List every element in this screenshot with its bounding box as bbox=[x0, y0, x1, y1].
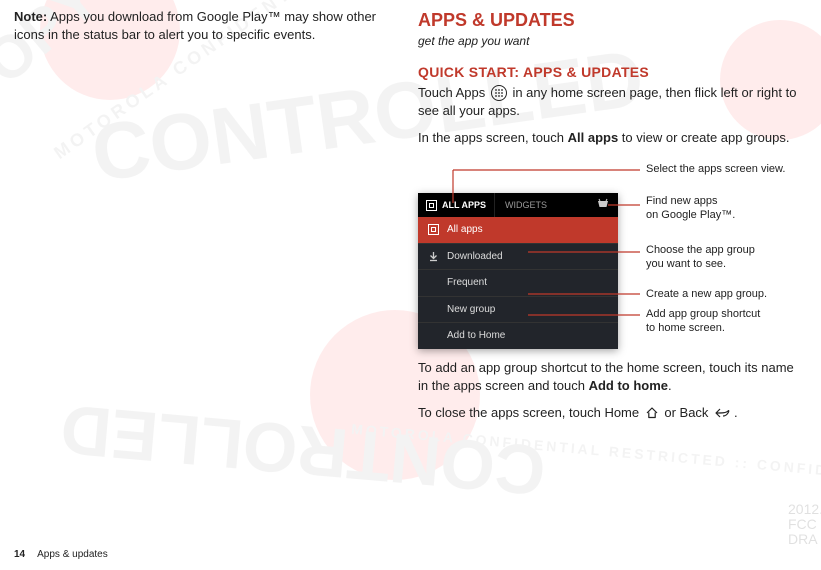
callout-select-view: Select the apps screen view. bbox=[646, 163, 785, 177]
section-subtitle: get the app you want bbox=[418, 33, 798, 49]
apps-tab-icon bbox=[426, 200, 437, 211]
footer-section: Apps & updates bbox=[37, 549, 108, 560]
menu-item-new-group[interactable]: New group bbox=[418, 296, 618, 323]
download-icon bbox=[428, 251, 439, 262]
apps-launcher-icon bbox=[491, 85, 507, 101]
menu-item-frequent[interactable]: Frequent bbox=[418, 269, 618, 296]
menu-item-label: New group bbox=[447, 303, 495, 317]
menu-item-downloaded[interactable]: Downloaded bbox=[418, 243, 618, 270]
tab-widgets[interactable]: WIDGETS bbox=[494, 193, 557, 217]
menu-item-label: All apps bbox=[447, 223, 483, 237]
page-number: 14 bbox=[14, 549, 25, 560]
play-store-icon[interactable] bbox=[588, 198, 618, 212]
apps-menu-figure: 2012.05.2 FCC DRA ALL APPS WIDGETS bbox=[418, 159, 798, 339]
callout-choose-group: Choose the app groupyou want to see. bbox=[646, 244, 755, 272]
tab-widgets-label: WIDGETS bbox=[505, 199, 547, 211]
draft-fcc-watermark: FCC DRA bbox=[788, 517, 818, 548]
paragraph-apps-touch: Touch Apps in any home screen page, then… bbox=[418, 84, 798, 119]
menu-item-label: Add to Home bbox=[447, 329, 505, 343]
apps-dropdown-menu: All apps Downloaded Frequent bbox=[418, 217, 618, 349]
back-icon bbox=[714, 407, 732, 419]
callout-add-home: Add app group shortcutto home screen. bbox=[646, 308, 760, 336]
callout-find-apps: Find new appson Google Play™. bbox=[646, 195, 735, 223]
menu-item-all-apps[interactable]: All apps bbox=[418, 217, 618, 243]
phone-tab-bar: ALL APPS WIDGETS bbox=[418, 193, 618, 217]
note-label: Note: bbox=[14, 9, 47, 24]
menu-item-add-to-home[interactable]: Add to Home bbox=[418, 322, 618, 349]
note-text: Apps you download from Google Play™ may … bbox=[14, 9, 376, 42]
tab-all-apps-label: ALL APPS bbox=[442, 199, 486, 211]
paragraph-close-apps: To close the apps screen, touch Home or … bbox=[418, 404, 798, 422]
section-title: APPS & UPDATES bbox=[418, 8, 798, 32]
page-footer: 14 Apps & updates bbox=[14, 549, 108, 560]
quickstart-heading: QUICK START: APPS & UPDATES bbox=[418, 63, 798, 82]
menu-item-label: Frequent bbox=[447, 276, 487, 290]
phone-panel: ALL APPS WIDGETS bbox=[418, 193, 618, 349]
paragraph-add-shortcut: To add an app group shortcut to the home… bbox=[418, 359, 798, 394]
grid-icon bbox=[428, 224, 439, 235]
note-paragraph: Note: Apps you download from Google Play… bbox=[14, 8, 394, 43]
paragraph-all-apps: In the apps screen, touch All apps to vi… bbox=[418, 129, 798, 147]
menu-item-label: Downloaded bbox=[447, 250, 503, 264]
tab-all-apps[interactable]: ALL APPS bbox=[418, 193, 494, 217]
callout-new-group: Create a new app group. bbox=[646, 288, 767, 302]
home-icon bbox=[645, 407, 659, 419]
